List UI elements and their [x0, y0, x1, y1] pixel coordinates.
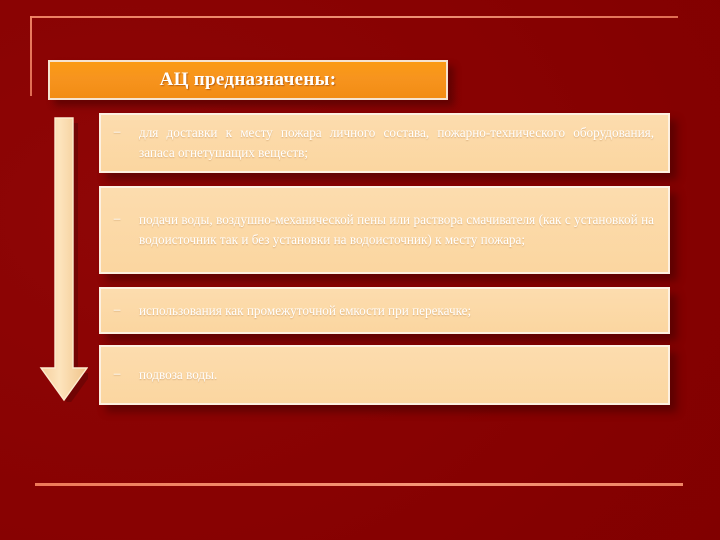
top-left-vertical-rule: [30, 16, 32, 96]
bullet-marker: −: [113, 367, 122, 383]
bullet-item-1: − для доставки к месту пожара личного со…: [99, 113, 670, 173]
bullet-item-4: − подвоза воды.: [99, 345, 670, 405]
bullet-row: − для доставки к месту пожара личного со…: [111, 123, 654, 163]
bullet-text: для доставки к месту пожара личного сост…: [139, 125, 654, 160]
page-title: АЦ предназначены:: [159, 69, 337, 90]
down-arrow-icon: [36, 110, 88, 402]
bullet-row: − подвоза воды.: [111, 365, 654, 385]
bullet-row: − использования как промежуточной емкост…: [111, 301, 654, 321]
top-horizontal-rule: [30, 16, 678, 18]
bullet-row: − подачи воды, воздушно-механической пен…: [111, 210, 654, 250]
bullet-marker: −: [113, 212, 122, 228]
bullet-item-3: − использования как промежуточной емкост…: [99, 287, 670, 334]
bottom-horizontal-rule: [35, 483, 683, 486]
bullet-item-2: − подачи воды, воздушно-механической пен…: [99, 186, 670, 274]
title-plate: АЦ предназначены:: [48, 60, 448, 100]
bullet-text: использования как промежуточной емкости …: [139, 302, 472, 318]
bullet-marker: −: [113, 125, 122, 141]
bullet-marker: −: [113, 302, 122, 319]
bullet-text: подачи воды, воздушно-механической пены …: [139, 212, 654, 247]
bullet-text: подвоза воды.: [139, 367, 218, 382]
slide-canvas: АЦ предназначены: − для доставки к месту…: [0, 0, 720, 540]
